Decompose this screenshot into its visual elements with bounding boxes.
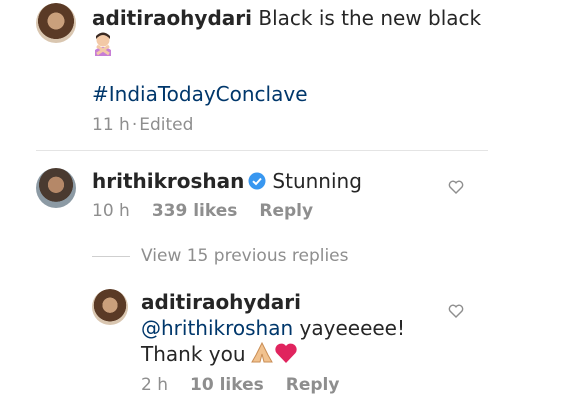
comment-username[interactable]: hrithikroshan — [92, 169, 244, 193]
caption-username[interactable]: aditiraohydari — [92, 6, 252, 30]
reply-button[interactable]: Reply — [259, 201, 313, 221]
comment-likes[interactable]: 339 likes — [152, 201, 238, 221]
reply-username-line: aditiraohydari — [141, 289, 301, 315]
caption-separator: · — [131, 115, 138, 135]
heart-icon[interactable] — [448, 303, 464, 318]
avatar[interactable] — [36, 3, 76, 43]
reply-line-2: Thank you — [141, 341, 298, 370]
divider — [36, 150, 488, 151]
caption-edited: Edited — [139, 115, 194, 135]
heart-icon[interactable] — [448, 179, 464, 194]
verified-badge-icon — [248, 170, 266, 196]
comment-line: hrithikroshan Stunning — [92, 168, 362, 196]
comment-time: 10 h — [92, 201, 130, 221]
reply-meta: 2 h 10 likes Reply — [141, 374, 361, 396]
caption-time: 11 h — [92, 115, 130, 135]
reply-button[interactable]: Reply — [286, 375, 340, 395]
comment-text: Stunning — [272, 169, 362, 193]
reply-mention[interactable]: @hrithikroshan — [141, 316, 293, 340]
view-replies-button[interactable]: View 15 previous replies — [141, 245, 349, 267]
reply-time: 2 h — [141, 375, 168, 395]
reply-likes[interactable]: 10 likes — [190, 375, 264, 395]
reply-username[interactable]: aditiraohydari — [141, 290, 301, 314]
folded-hands-emoji — [250, 341, 274, 370]
reply-text-2: Thank you — [141, 342, 246, 366]
avatar[interactable] — [92, 289, 128, 325]
caption-meta: 11 h · Edited — [92, 114, 215, 136]
reply-text: yayeeeee! — [299, 316, 405, 340]
caption-hashtag[interactable]: #IndiaTodayConclave — [92, 81, 308, 107]
caption-text: Black is the new black — [258, 6, 482, 30]
woman-gesturing-no-emoji — [92, 32, 114, 60]
reply-line: @hrithikroshan yayeeeee! — [141, 315, 405, 341]
caption-line: aditiraohydari Black is the new black — [92, 5, 481, 31]
red-heart-emoji — [274, 342, 298, 370]
comment-meta: 10 h 339 likes Reply — [92, 200, 335, 222]
view-replies-line — [92, 256, 130, 257]
avatar[interactable] — [36, 168, 76, 208]
